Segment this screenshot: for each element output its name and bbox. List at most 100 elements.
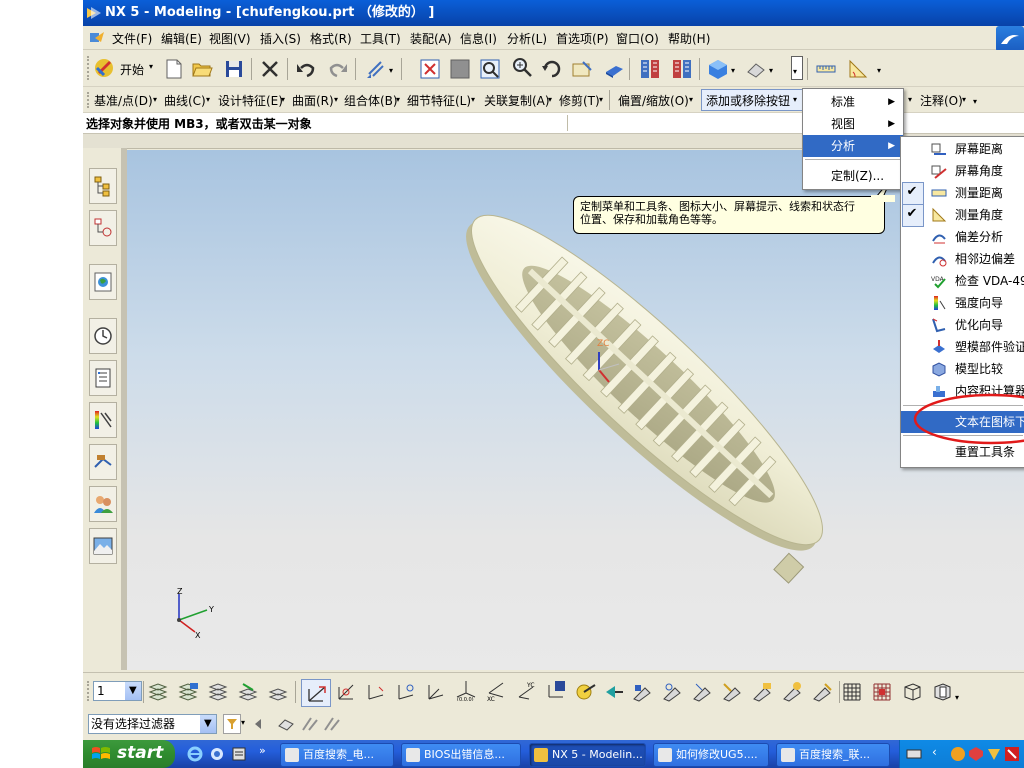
- zoom-icon[interactable]: [511, 56, 533, 78]
- menu-item-screen-distance[interactable]: 屏幕距离: [901, 138, 1024, 160]
- cmd-trim[interactable]: 修剪(T): [559, 92, 600, 109]
- menu-item-screen-angle[interactable]: 屏幕角度: [901, 160, 1024, 182]
- menu-analysis[interactable]: 分析(L): [507, 30, 547, 47]
- snap-existing-icon[interactable]: [781, 681, 803, 703]
- snap-point-on-icon[interactable]: [811, 681, 833, 703]
- start-button-label[interactable]: 开始: [120, 61, 144, 78]
- dropdown-icon[interactable]: ▾: [908, 95, 912, 104]
- save-icon[interactable]: [223, 58, 245, 80]
- menu-tools[interactable]: 工具(T): [360, 30, 401, 47]
- type-filter-dropdown[interactable]: ▼: [200, 715, 216, 733]
- dropdown-icon[interactable]: ▾: [962, 95, 966, 104]
- select-object-icon[interactable]: [277, 716, 295, 732]
- dropdown-icon[interactable]: ▾: [389, 66, 393, 75]
- zoom-box-icon[interactable]: [479, 58, 501, 80]
- point-constructor-icon[interactable]: [603, 681, 625, 703]
- menu-insert[interactable]: 插入(S): [260, 30, 301, 47]
- system-scenes-tab[interactable]: [89, 528, 117, 564]
- dropdown-icon[interactable]: ▾: [769, 66, 773, 75]
- web-browser-tab[interactable]: [89, 264, 117, 300]
- menu-item-model-compare[interactable]: 模型比较: [901, 358, 1024, 380]
- measure-distance-icon[interactable]: [815, 58, 837, 80]
- snap-center-icon[interactable]: [691, 681, 713, 703]
- start-button[interactable]: start: [83, 740, 175, 768]
- task-nx5[interactable]: NX 5 - Modelin...: [529, 743, 646, 767]
- shaded-icon[interactable]: [603, 58, 625, 80]
- layer-visible-icon[interactable]: [177, 681, 199, 703]
- view-orient-icon[interactable]: [745, 58, 767, 80]
- dropdown-icon[interactable]: ▾: [689, 95, 693, 104]
- dropdown-icon[interactable]: ▾: [334, 95, 338, 104]
- cmd-annotation[interactable]: 注释(O): [920, 92, 963, 109]
- start-icon[interactable]: [93, 57, 115, 79]
- wcs-orient-icon[interactable]: [395, 681, 417, 703]
- wcs-xc-icon[interactable]: XC: [485, 679, 507, 701]
- wcs-set-origin-icon[interactable]: (0,0,0): [455, 679, 477, 701]
- layer-category-icon[interactable]: [207, 681, 229, 703]
- ie-quicklaunch-icon[interactable]: [187, 746, 203, 762]
- cmd-offset-scale[interactable]: 偏置/缩放(O): [618, 92, 689, 109]
- delete-x-icon[interactable]: [259, 58, 281, 80]
- assembly2-icon[interactable]: [671, 58, 693, 80]
- wcs-display-icon[interactable]: [575, 681, 597, 703]
- wcs-yc-icon[interactable]: YC: [515, 679, 537, 701]
- assembly-navigator-tab[interactable]: [89, 168, 117, 204]
- menu-item-vda-check[interactable]: VDA 检查 VDA-495: [901, 270, 1024, 292]
- assembly-icon[interactable]: [639, 58, 661, 80]
- filter-options-button[interactable]: [223, 714, 241, 734]
- dropdown-icon[interactable]: ▾: [281, 95, 285, 104]
- cmd-datum-point[interactable]: 基准/点(D): [94, 92, 153, 109]
- grid-icon[interactable]: [841, 681, 863, 703]
- vent-part[interactable]: [434, 182, 859, 589]
- quicklaunch-icon[interactable]: [209, 746, 225, 762]
- dropdown-icon[interactable]: ▾: [471, 95, 475, 104]
- dropdown-icon[interactable]: ▾: [877, 66, 881, 75]
- menu-item-analysis[interactable]: 分析 ▶: [803, 135, 903, 157]
- cmd-surface[interactable]: 曲面(R): [292, 92, 334, 109]
- tray-alert-icon[interactable]: [1004, 746, 1020, 762]
- toolbar-grip[interactable]: [87, 681, 91, 701]
- menu-format[interactable]: 格式(R): [310, 30, 352, 47]
- layer-settings-icon[interactable]: [147, 681, 169, 703]
- select-back-icon[interactable]: [253, 716, 269, 732]
- wcs-button[interactable]: [301, 679, 331, 707]
- dropdown-icon[interactable]: ▾: [241, 718, 245, 727]
- dropdown-icon[interactable]: ▾: [396, 95, 400, 104]
- start-dropdown-icon[interactable]: ▾: [149, 62, 153, 71]
- menu-assembly[interactable]: 装配(A): [410, 30, 452, 47]
- cmd-curve[interactable]: 曲线(C): [164, 92, 206, 109]
- wireframe-box-icon[interactable]: [901, 681, 923, 703]
- render-style-icon[interactable]: [707, 58, 729, 80]
- keyboard-icon[interactable]: [906, 747, 922, 761]
- wcs-dynamics-icon[interactable]: [425, 681, 447, 703]
- toolbar-options-icon[interactable]: ▾: [973, 97, 977, 106]
- menu-item-measure-angle[interactable]: ✔ 测量角度: [901, 204, 1024, 227]
- menu-window[interactable]: 窗口(O): [616, 30, 659, 47]
- fit-icon[interactable]: [419, 58, 441, 80]
- wcs-rotate-icon[interactable]: [365, 681, 387, 703]
- type-filter-select[interactable]: 没有选择过滤器 ▼: [88, 714, 217, 734]
- constraint-navigator-tab[interactable]: [89, 210, 117, 246]
- task-baidu-2[interactable]: 百度搜索_联...: [776, 743, 890, 767]
- task-baidu-1[interactable]: 百度搜索_电...: [280, 743, 394, 767]
- tray-collapse-icon[interactable]: ‹: [932, 745, 937, 759]
- toolbar-grip[interactable]: [87, 92, 91, 108]
- history-tab[interactable]: [89, 318, 117, 354]
- menu-info[interactable]: 信息(I): [460, 30, 497, 47]
- tray-security-icon[interactable]: [968, 746, 984, 762]
- undo-icon[interactable]: [295, 58, 317, 80]
- work-layer-select[interactable]: 1 ▼: [93, 681, 142, 701]
- menu-file[interactable]: 文件(F): [112, 30, 152, 47]
- process-studio-tab[interactable]: [89, 444, 117, 480]
- menu-view[interactable]: 视图(V): [209, 30, 251, 47]
- menu-edit[interactable]: 编辑(E): [161, 30, 202, 47]
- move-to-layer-icon[interactable]: [237, 681, 259, 703]
- visual-effects-tab[interactable]: [89, 402, 117, 438]
- menu-item-view[interactable]: 视图 ▶: [803, 113, 903, 135]
- redo-icon[interactable]: [327, 58, 349, 80]
- cmd-associative-copy[interactable]: 关联复制(A): [484, 92, 550, 109]
- wcs-save-icon[interactable]: [545, 679, 567, 701]
- view-section-icon[interactable]: [931, 681, 953, 703]
- cmd-combine[interactable]: 组合体(B): [344, 92, 398, 109]
- menu-preferences[interactable]: 首选项(P): [556, 30, 609, 47]
